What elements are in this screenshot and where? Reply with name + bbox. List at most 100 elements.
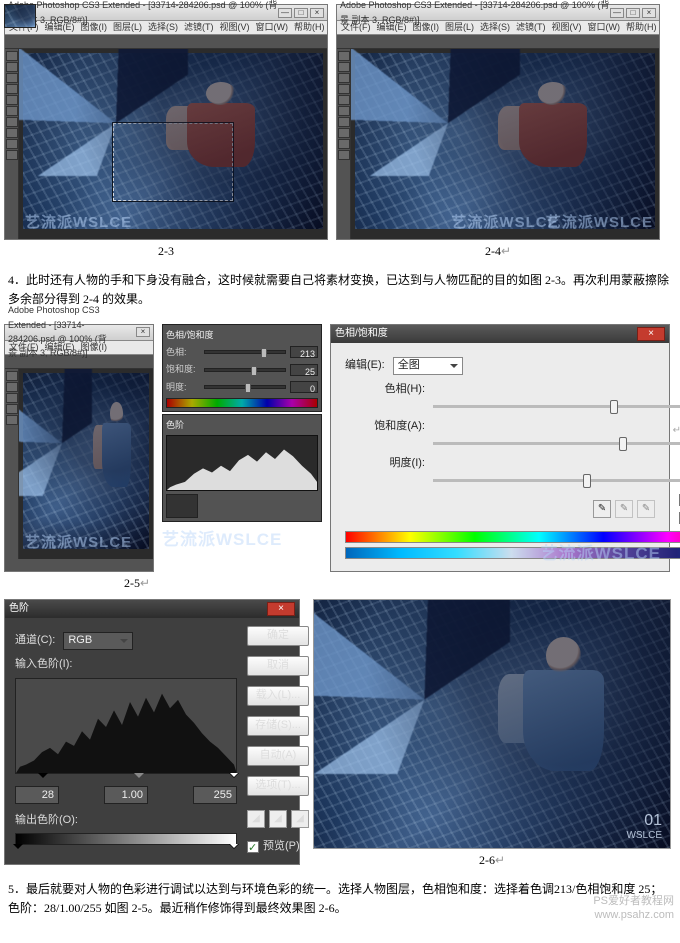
out-black-slider[interactable] [13,844,23,854]
menu-view[interactable]: 视图(V) [552,21,582,35]
menu-edit[interactable]: 编辑(E) [45,21,75,35]
white-point-slider[interactable] [229,773,239,783]
menu-file[interactable]: 文件(F) [9,341,39,355]
eyedropper-minus-icon[interactable]: ✎ [637,500,655,518]
maximize-button[interactable]: □ [626,8,640,18]
preset-select[interactable]: 全图 [393,357,463,375]
menu-edit[interactable]: 编辑(E) [45,341,75,355]
menu-filter[interactable]: 滤镜(T) [184,21,214,35]
menu-help[interactable]: 帮助(H) [626,21,657,35]
canvas[interactable]: 艺流派WSLCE [19,49,327,239]
close-button[interactable]: × [310,8,324,18]
preview-checkbox[interactable]: 预览(P) [247,838,309,856]
tool-move[interactable] [338,51,350,61]
tool-move[interactable] [6,51,18,61]
save-button[interactable]: 存储(S)... [247,716,309,736]
black-eyedropper-icon[interactable]: ◢ [247,810,265,828]
tool-hand[interactable] [338,139,350,149]
tool-zoom[interactable] [6,150,18,160]
hue-strip [166,398,318,408]
channel-select[interactable]: RGB [63,632,133,650]
auto-button[interactable]: 自动(A) [247,746,309,766]
gamma-slider[interactable] [134,773,144,783]
menu-layer[interactable]: 图层(L) [445,21,474,35]
ok-button[interactable]: 确定 [247,626,309,646]
menu-window[interactable]: 窗口(W) [588,21,621,35]
black-point-slider[interactable] [38,773,48,783]
menu-filter[interactable]: 滤镜(T) [516,21,546,35]
black-input[interactable]: 28 [15,786,59,804]
close-button[interactable]: × [136,327,150,337]
hue-slider[interactable] [204,350,286,354]
hue-value[interactable]: 213 [290,346,318,358]
dialog-close-button[interactable]: × [267,602,295,616]
minimize-button[interactable]: — [278,8,292,18]
tool-crop[interactable] [6,84,18,94]
gamma-input[interactable]: 1.00 [104,786,148,804]
tool-lasso[interactable] [338,73,350,83]
figure [155,78,269,194]
menu-help[interactable]: 帮助(H) [294,21,325,35]
tool-move[interactable] [6,371,18,381]
tool-eraser[interactable] [338,106,350,116]
light-value[interactable]: 0 [290,381,318,393]
tool-gradient[interactable] [338,117,350,127]
eyedropper-plus-icon[interactable]: ✎ [615,500,633,518]
menu-select[interactable]: 选择(S) [480,21,510,35]
tool-brush[interactable] [6,382,18,392]
eyedropper-icon[interactable]: ✎ [593,500,611,518]
tool-eraser[interactable] [6,106,18,116]
maximize-button[interactable]: □ [294,8,308,18]
minimize-button[interactable]: — [610,8,624,18]
sat-slider[interactable] [433,442,680,445]
artwork [23,53,323,229]
tool-zoom[interactable] [6,415,18,425]
figure-body [519,103,587,167]
options-button[interactable]: 选项(T)... [247,776,309,796]
tool-brush[interactable] [6,95,18,105]
sat-slider[interactable] [204,368,286,372]
tool-marquee[interactable] [6,62,18,72]
load-button[interactable]: 载入(L)... [247,686,309,706]
canvas[interactable]: 艺流派WSLCE [19,369,153,559]
tool-zoom[interactable] [338,150,350,160]
dialog-close-button[interactable]: × [637,327,665,341]
figure [485,630,620,814]
output-gradient[interactable] [15,833,237,845]
menu-image[interactable]: 图像(I) [81,341,108,355]
menu-image[interactable]: 图像(I) [81,21,108,35]
light-slider[interactable] [433,479,680,482]
tool-hand[interactable] [6,139,18,149]
hue-slider[interactable] [433,405,680,408]
tool-gradient[interactable] [6,117,18,127]
menu-file[interactable]: 文件(F) [341,21,371,35]
menu-window[interactable]: 窗口(W) [256,21,289,35]
sat-value[interactable]: 25 [290,364,318,376]
figure-arm [166,106,198,150]
menu-edit[interactable]: 编辑(E) [377,21,407,35]
transform-selection[interactable] [113,123,233,200]
out-white-slider[interactable] [229,844,239,854]
tool-type[interactable] [338,128,350,138]
cancel-button[interactable]: 取消 [247,656,309,676]
layer-thumb[interactable] [4,4,36,28]
light-slider[interactable] [204,385,286,389]
tool-type[interactable] [6,128,18,138]
menu-image[interactable]: 图像(I) [413,21,440,35]
tool-marquee[interactable] [338,62,350,72]
tool-crop[interactable] [338,84,350,94]
tool-type[interactable] [6,404,18,414]
menu-view[interactable]: 视图(V) [220,21,250,35]
levels-dialog: 色阶 × 通道(C): RGB 输入色阶(I): 2 [4,599,300,865]
tool-eraser[interactable] [6,393,18,403]
menu-select[interactable]: 选择(S) [148,21,178,35]
gray-eyedropper-icon[interactable]: ◢ [269,810,287,828]
menu-layer[interactable]: 图层(L) [113,21,142,35]
tool-brush[interactable] [338,95,350,105]
white-input[interactable]: 255 [193,786,237,804]
white-eyedropper-icon[interactable]: ◢ [291,810,309,828]
layer-thumb[interactable] [166,494,198,518]
close-button[interactable]: × [642,8,656,18]
tool-lasso[interactable] [6,73,18,83]
canvas[interactable]: 艺流派WSLCE 艺流派WSLCE [351,49,659,239]
